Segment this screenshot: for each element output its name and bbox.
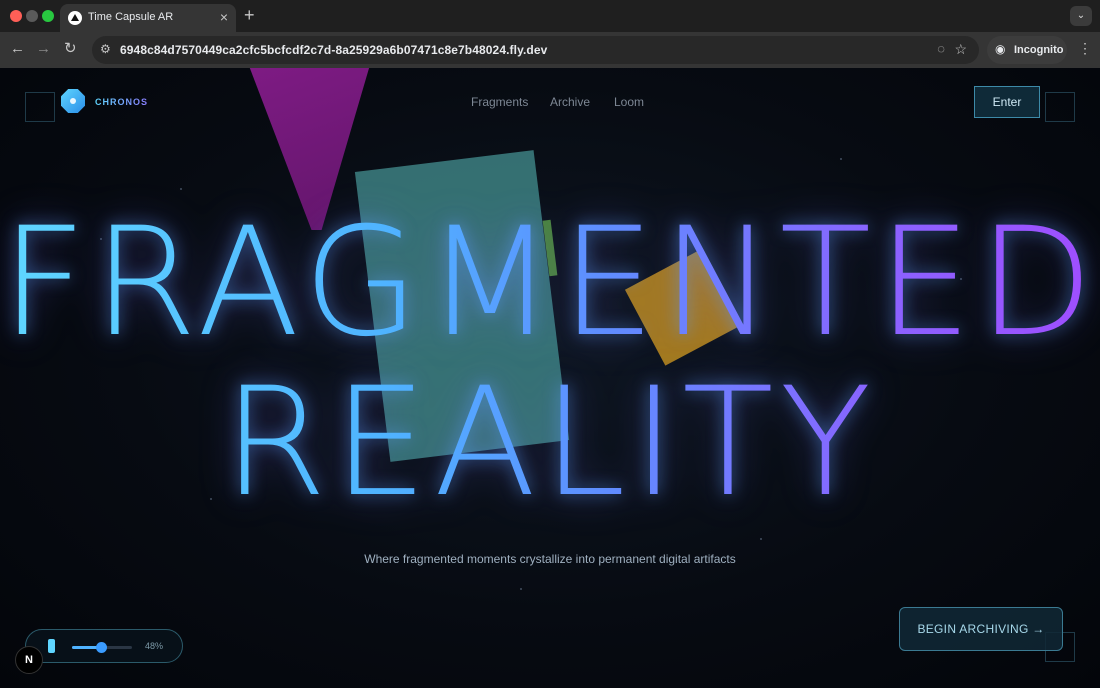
tab-favicon-icon [68, 11, 82, 25]
incognito-icon: ◉ [995, 42, 1006, 56]
intensity-control: 48% [25, 629, 183, 663]
star-particle [180, 188, 182, 190]
back-arrow-icon[interactable]: ← [10, 40, 25, 58]
site-info-icon[interactable]: ⚙ [100, 42, 111, 56]
url-text[interactable]: 6948c84d7570449ca2cfc5bcfcdf2c7d-8a25929… [120, 43, 547, 57]
star-particle [520, 588, 522, 590]
chronos-logo-icon[interactable] [61, 89, 85, 113]
star-particle [840, 158, 842, 160]
enter-button[interactable]: Enter [974, 86, 1040, 118]
page-viewport: FRAGMENTED REALITY Where fragmented mome… [0, 68, 1100, 688]
begin-archiving-button[interactable]: BEGIN ARCHIVING → [899, 607, 1063, 651]
star-particle [760, 538, 762, 540]
nextjs-dev-badge[interactable]: N [15, 646, 43, 674]
tab-title: Time Capsule AR [88, 11, 174, 23]
nav-link-loom[interactable]: Loom [614, 95, 644, 109]
new-tab-button[interactable]: + [244, 6, 255, 24]
nav-link-archive[interactable]: Archive [550, 95, 590, 109]
hero-title-line-2: REALITY [0, 368, 1100, 518]
address-bar[interactable]: ⚙ 6948c84d7570449ca2cfc5bcfcdf2c7d-8a259… [92, 36, 979, 64]
browser-tab[interactable]: Time Capsule AR × [60, 4, 236, 32]
brand-name[interactable]: CHRONOS [95, 97, 148, 107]
eye-off-icon[interactable]: ◌ [937, 41, 945, 56]
slider-thumb[interactable] [95, 642, 107, 653]
intensity-slider[interactable] [72, 642, 132, 653]
incognito-badge[interactable]: ◉ Incognito [987, 36, 1067, 64]
corner-frame-top-left [25, 92, 55, 122]
browser-chrome: Time Capsule AR × + ⌄ ← → ↻ ⚙ 6948c84d75… [0, 0, 1100, 68]
star-icon[interactable]: ☆ [954, 41, 967, 58]
kebab-menu-icon[interactable]: ⋮ [1078, 40, 1092, 57]
tab-strip: Time Capsule AR × + ⌄ [0, 0, 1100, 32]
forward-arrow-icon[interactable]: → [36, 40, 51, 58]
incognito-label: Incognito [1014, 44, 1064, 56]
maximize-window-button[interactable] [42, 10, 54, 22]
reload-icon[interactable]: ↻ [64, 40, 77, 58]
tab-search-button[interactable]: ⌄ [1070, 6, 1092, 26]
corner-frame-top-right [1045, 92, 1075, 122]
close-window-button[interactable] [10, 10, 22, 22]
intensity-indicator-icon [48, 639, 55, 653]
hero-title-line-1: FRAGMENTED [0, 196, 1100, 370]
tab-close-icon[interactable]: × [220, 9, 228, 25]
browser-toolbar: ← → ↻ ⚙ 6948c84d7570449ca2cfc5bcfcdf2c7d… [0, 32, 1100, 68]
minimize-window-button[interactable] [26, 10, 38, 22]
logo-core-dot [70, 98, 76, 104]
hero-subtitle: Where fragmented moments crystallize int… [364, 552, 736, 566]
nav-link-fragments[interactable]: Fragments [471, 95, 528, 109]
intensity-percent: 48% [145, 641, 164, 651]
